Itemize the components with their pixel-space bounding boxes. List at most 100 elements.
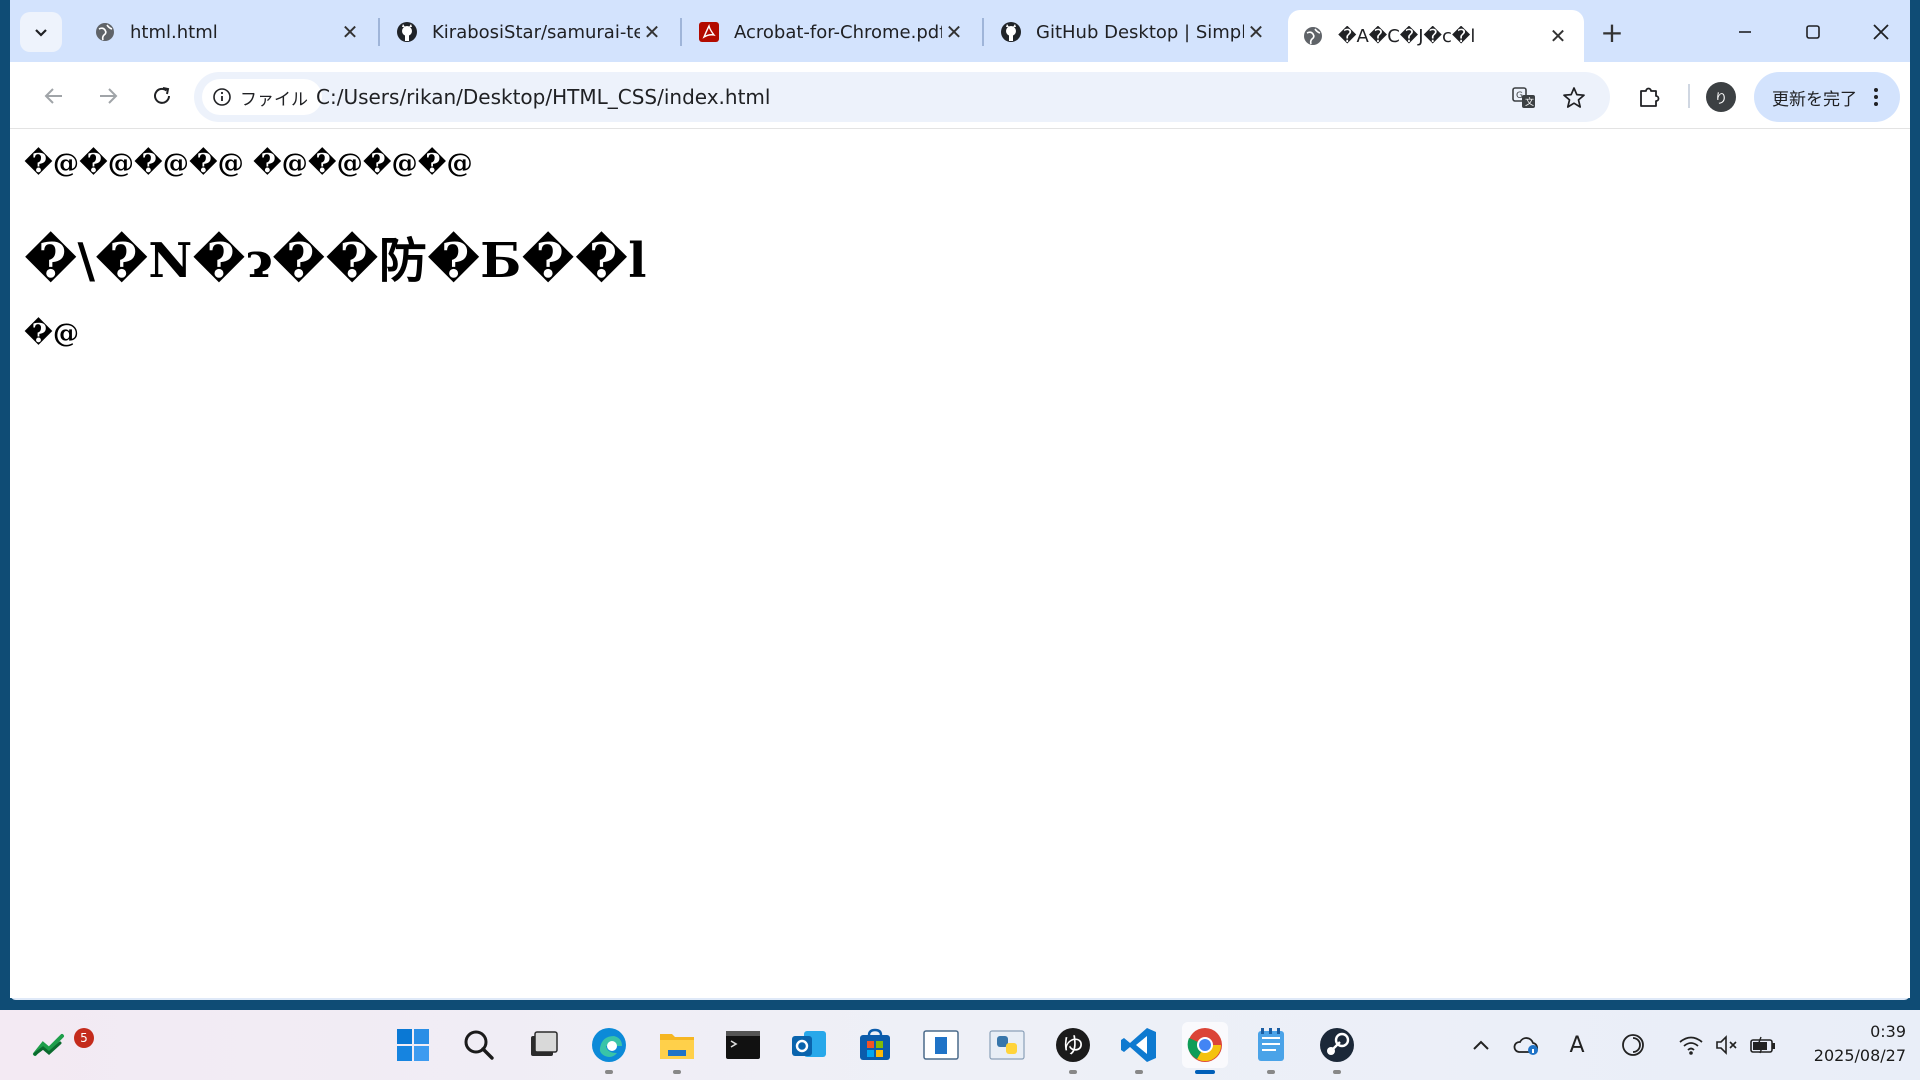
site-info-chip[interactable]: ファイル: [202, 79, 322, 115]
tab-title: �A�C�J�c�l: [1338, 25, 1476, 47]
ime-app[interactable]: ゆ: [1050, 1022, 1096, 1074]
forward-button[interactable]: [90, 78, 126, 114]
running-indicator: [673, 1070, 681, 1074]
tab-title: html.html: [130, 21, 218, 43]
volume-muted-icon[interactable]: [1712, 1030, 1742, 1060]
steam-icon: [1320, 1028, 1354, 1062]
chrome-icon: [1187, 1028, 1222, 1062]
globe-icon: [94, 21, 116, 43]
bookmark-star-icon[interactable]: [1560, 84, 1588, 112]
svg-text:ゆ: ゆ: [1062, 1034, 1084, 1059]
running-indicator: [1135, 1070, 1143, 1074]
tab-active-page[interactable]: �A�C�J�c�l ✕: [1288, 10, 1584, 62]
profile-avatar[interactable]: り: [1706, 82, 1736, 112]
focus-moon-icon[interactable]: [1618, 1030, 1648, 1060]
wifi-icon[interactable]: [1676, 1030, 1706, 1060]
back-arrow-icon: [44, 88, 62, 104]
close-icon[interactable]: ✕: [338, 20, 362, 44]
close-icon[interactable]: ✕: [942, 20, 966, 44]
notepad-app[interactable]: [1248, 1022, 1294, 1074]
site-chip-label: ファイル: [240, 89, 308, 110]
chevron-down-icon: [35, 29, 47, 37]
globe-icon: [1302, 25, 1324, 47]
new-tab-button[interactable]: +: [1596, 16, 1628, 49]
remote-desktop-app[interactable]: [918, 1022, 964, 1068]
update-button[interactable]: 更新を完了: [1754, 72, 1900, 122]
steam-app[interactable]: [1314, 1022, 1360, 1074]
translate-icon[interactable]: G文: [1510, 84, 1538, 112]
browser-window: html.html ✕ KirabosiStar/samurai-ter ✕ A…: [10, 0, 1910, 1000]
address-bar[interactable]: ファイル C:/Users/rikan/Desktop/HTML_CSS/ind…: [194, 72, 1610, 122]
store-app[interactable]: [852, 1022, 898, 1068]
widgets-button[interactable]: 5: [26, 1022, 94, 1068]
github-icon: [1000, 21, 1022, 43]
notification-badge: 5: [74, 1028, 94, 1048]
info-icon: [213, 88, 231, 106]
tab-title: KirabosiStar/samurai-ter: [432, 21, 640, 43]
github-icon: [396, 21, 418, 43]
edge-app[interactable]: [586, 1022, 632, 1074]
back-button[interactable]: [36, 78, 72, 114]
minimize-button[interactable]: [1716, 8, 1774, 56]
reload-button[interactable]: [144, 78, 180, 114]
ime-hiragana-icon: ゆ: [1056, 1028, 1090, 1062]
task-view-button[interactable]: [520, 1022, 566, 1068]
browser-toolbar: ファイル C:/Users/rikan/Desktop/HTML_CSS/ind…: [10, 62, 1910, 128]
svg-text:文: 文: [1525, 96, 1534, 108]
vscode-app[interactable]: [1116, 1022, 1162, 1074]
battery-icon[interactable]: [1748, 1030, 1778, 1060]
chrome-app[interactable]: [1182, 1022, 1228, 1074]
system-clock[interactable]: 0:39 2025/08/27: [1786, 1020, 1906, 1068]
acrobat-icon: [698, 21, 720, 43]
clock-date: 2025/08/27: [1813, 1046, 1906, 1065]
vscode-icon: [1121, 1028, 1156, 1062]
tab-github-repo[interactable]: KirabosiStar/samurai-ter ✕: [382, 10, 678, 54]
update-button-label: 更新を完了: [1772, 89, 1857, 110]
tab-title: Acrobat-for-Chrome.pdf: [734, 21, 942, 43]
close-icon[interactable]: ✕: [1546, 24, 1570, 48]
python-icon: [989, 1030, 1025, 1060]
window-app-icon: [923, 1030, 959, 1060]
page-text-line: �@: [24, 319, 79, 349]
page-viewport: �@�@�@�@ �@�@�@�@ �\�N�ɂ��防�Б��l �@: [10, 128, 1910, 998]
more-vertical-icon[interactable]: [1873, 86, 1879, 108]
minimize-icon: [1739, 31, 1751, 33]
running-indicator: [1195, 1070, 1215, 1074]
close-icon[interactable]: ✕: [1244, 20, 1268, 44]
folder-icon: [660, 1034, 694, 1059]
close-icon[interactable]: ✕: [640, 20, 664, 44]
maximize-button[interactable]: [1784, 8, 1842, 56]
python-app[interactable]: [984, 1022, 1030, 1068]
close-window-button[interactable]: [1852, 8, 1910, 56]
tab-search-button[interactable]: [20, 12, 62, 52]
page-text-line: �@�@�@�@ �@�@�@�@: [24, 149, 473, 179]
windows-logo-icon: [397, 1029, 429, 1061]
onedrive-icon[interactable]: [1512, 1030, 1542, 1060]
page-heading: �\�N�ɂ��防�Б��l: [24, 233, 647, 289]
search-button[interactable]: [456, 1022, 502, 1068]
forward-arrow-icon: [100, 88, 118, 104]
tab-title: GitHub Desktop | Simple: [1036, 21, 1244, 43]
tab-acrobat-pdf[interactable]: Acrobat-for-Chrome.pdf ✕: [684, 10, 980, 54]
show-hidden-icons-chevron-icon[interactable]: [1466, 1030, 1496, 1060]
tab-strip: html.html ✕ KirabosiStar/samurai-ter ✕ A…: [10, 0, 1910, 62]
notepad-icon: [1258, 1028, 1284, 1061]
url-text[interactable]: C:/Users/rikan/Desktop/HTML_CSS/index.ht…: [316, 85, 770, 109]
tab-separator: [378, 18, 380, 46]
file-explorer-app[interactable]: [654, 1022, 700, 1074]
edge-icon: [592, 1028, 626, 1062]
start-button[interactable]: [390, 1022, 436, 1068]
toolbar-divider: [1688, 84, 1690, 108]
reload-icon: [154, 87, 170, 104]
terminal-app[interactable]: [720, 1022, 766, 1068]
ime-mode-indicator[interactable]: A: [1562, 1030, 1592, 1060]
tab-github-desktop[interactable]: GitHub Desktop | Simple ✕: [986, 10, 1282, 54]
outlook-icon: [792, 1031, 826, 1057]
outlook-app[interactable]: [786, 1022, 832, 1068]
tab-html[interactable]: html.html ✕: [80, 10, 376, 54]
extensions-puzzle-icon[interactable]: [1634, 80, 1666, 112]
tab-separator: [680, 18, 682, 46]
running-indicator: [605, 1070, 613, 1074]
store-icon: [860, 1028, 890, 1060]
maximize-icon: [1806, 25, 1820, 39]
